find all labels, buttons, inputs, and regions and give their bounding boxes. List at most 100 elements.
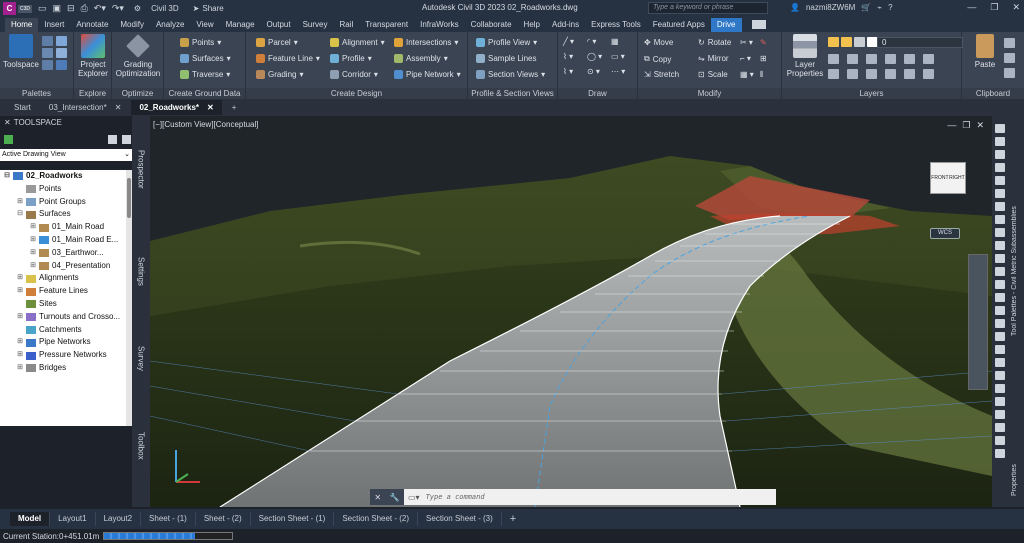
cut-icon[interactable] (1004, 38, 1015, 48)
tree-node-03-earthwor[interactable]: ⊞ 03_Earthwor... (0, 247, 132, 260)
palette-tool-icon[interactable] (995, 215, 1005, 224)
layer-unisolate-icon[interactable] (885, 54, 896, 64)
ribbon-tab-transparent[interactable]: Transparent (359, 18, 414, 32)
palette-tool-icon[interactable] (995, 436, 1005, 445)
palette-tool-icon[interactable] (995, 306, 1005, 315)
toggle-view-icon[interactable] (122, 134, 131, 144)
palette-tool-icon[interactable] (995, 371, 1005, 380)
polyline-tool-icon[interactable]: ⌇ ▾ (563, 52, 585, 61)
project-explorer-button[interactable]: Project Explorer (75, 34, 111, 78)
palette-tool-icon[interactable] (995, 228, 1005, 237)
palette-tool-icon[interactable] (995, 384, 1005, 393)
layout-tab-sheet-1[interactable]: Sheet - (1) (141, 512, 196, 526)
assembly-button[interactable]: Assembly ▾ (394, 54, 448, 63)
tree-node-04-presentation[interactable]: ⊞ 04_Presentation (0, 260, 132, 273)
ribbon-tab-survey[interactable]: Survey (297, 18, 334, 32)
tool-palettes-tab[interactable]: Tool Palettes - Civil Metric Subassembli… (1011, 136, 1023, 336)
ribbon-tab-help[interactable]: Help (518, 18, 546, 32)
viewcube-front-face[interactable]: FRONT (931, 175, 948, 181)
toolspace-tab-settings[interactable]: Settings (132, 222, 150, 320)
fillet-button[interactable]: ⌐ ▾ (740, 54, 751, 63)
ribbon-minimize-icon[interactable] (751, 20, 766, 29)
palette-tool-icon[interactable] (995, 410, 1005, 419)
layout-tab-section-sheet-2[interactable]: Section Sheet - (2) (334, 512, 419, 526)
viewcube[interactable]: FRONT RIGHT (930, 162, 966, 194)
expand-toggle-icon[interactable]: ⊞ (16, 336, 24, 349)
surfaces-button[interactable]: Surfaces ▾ (180, 54, 231, 63)
save-icon[interactable]: ▣ (53, 3, 62, 14)
expand-toggle-icon[interactable]: ⊟ (3, 170, 11, 183)
file-tab-start[interactable]: Start (6, 100, 39, 115)
profile-button[interactable]: Profile ▾ (330, 54, 372, 63)
navigation-bar[interactable] (968, 254, 988, 390)
ribbon-tab-analyze[interactable]: Analyze (150, 18, 190, 32)
palette-tool-icon[interactable] (995, 280, 1005, 289)
palette-tool-icon[interactable] (995, 397, 1005, 406)
tree-node-pressure-networks[interactable]: ⊞ Pressure Networks (0, 349, 132, 362)
file-tab-03-intersection[interactable]: 03_Intersection* ✕ (41, 100, 130, 115)
mirror-button[interactable]: ⇋ Mirror (698, 54, 729, 63)
layer-unlock-sel-icon[interactable] (904, 69, 915, 79)
properties-toggle-icon[interactable] (42, 36, 53, 46)
copy-button[interactable]: ⧉ Copy (644, 54, 671, 64)
feature-line-button[interactable]: Feature Line ▾ (256, 54, 320, 63)
expand-toggle-icon[interactable]: ⊞ (29, 221, 37, 234)
expand-toggle-icon[interactable]: ⊞ (16, 349, 24, 362)
ribbon-tab-express-tools[interactable]: Express Tools (585, 18, 647, 32)
layer-freeze-sel-icon[interactable] (904, 54, 915, 64)
layer-manager-toggle-icon[interactable] (56, 60, 67, 70)
expand-toggle-icon[interactable]: ⊞ (29, 247, 37, 260)
tab-close-icon[interactable]: ✕ (115, 103, 122, 112)
ribbon-tab-view[interactable]: View (190, 18, 219, 32)
tree-node-points[interactable]: Points (0, 183, 132, 196)
offset-button[interactable]: ⫴ (760, 70, 763, 80)
tree-node-01-main-road-e[interactable]: ⊞ 01_Main Road E... (0, 234, 132, 247)
paste-button[interactable]: Paste (970, 34, 1000, 69)
ribbon-tab-home[interactable]: Home (5, 18, 39, 32)
tree-node-01-main-road[interactable]: ⊞ 01_Main Road (0, 221, 132, 234)
layer-thaw-icon[interactable] (923, 69, 934, 79)
design-center-toggle-icon[interactable] (42, 60, 53, 70)
ribbon-tab-modify[interactable]: Modify (114, 18, 150, 32)
rectangle-tool-icon[interactable]: ▭ ▾ (611, 52, 633, 61)
help-icon[interactable]: ? (888, 3, 892, 12)
expand-toggle-icon[interactable]: ⊞ (16, 272, 24, 285)
tree-node-alignments[interactable]: ⊞ Alignments (0, 272, 132, 285)
expand-toggle-icon[interactable]: ⊞ (16, 362, 24, 375)
pipe-network-button[interactable]: Pipe Network ▾ (394, 70, 461, 79)
toolspace-button[interactable]: Toolspace (2, 34, 40, 69)
tree-node-feature-lines[interactable]: ⊞ Feature Lines (0, 285, 132, 298)
rotate-button[interactable]: ↻ Rotate (698, 38, 731, 47)
palette-tool-icon[interactable] (995, 267, 1005, 276)
arc-tool-icon[interactable]: ◜ ▾ (587, 37, 609, 46)
item-view-icon[interactable] (108, 134, 117, 144)
palette-tool-icon[interactable] (995, 176, 1005, 185)
circle-tool-icon[interactable]: ◯ ▾ (587, 52, 609, 61)
palette-tool-icon[interactable] (995, 293, 1005, 302)
grading-optimization-button[interactable]: Grading Optimization (113, 34, 163, 78)
palette-tool-icon[interactable] (995, 150, 1005, 159)
block-tool-icon[interactable]: ⋯ ▾ (611, 67, 633, 76)
ribbon-tab-featured-apps[interactable]: Featured Apps (647, 18, 711, 32)
stretch-button[interactable]: ⇲ Stretch (644, 70, 679, 79)
layer-lock-icon[interactable] (854, 37, 865, 47)
layer-lock-sel-icon[interactable] (885, 69, 896, 79)
viewport-restore-icon[interactable]: ❐ (962, 120, 970, 131)
layer-on-icon[interactable] (828, 37, 839, 47)
tree-node-point-groups[interactable]: ⊞ Point Groups (0, 196, 132, 209)
layer-isolate-icon[interactable] (866, 54, 877, 64)
viewcube-right-face[interactable]: RIGHT (949, 175, 965, 181)
tree-node-catchments[interactable]: Catchments (0, 324, 132, 337)
palette-tool-icon[interactable] (995, 189, 1005, 198)
minimize-icon[interactable]: — (967, 2, 976, 13)
palette-tool-icon[interactable] (995, 358, 1005, 367)
section-views-button[interactable]: Section Views ▾ (476, 70, 545, 79)
ribbon-tab-drive[interactable]: Drive (710, 18, 742, 32)
properties-tab[interactable]: Properties (1011, 396, 1023, 496)
maximize-icon[interactable]: ❐ (990, 2, 998, 13)
ribbon-tab-manage[interactable]: Manage (220, 18, 261, 32)
palette-tool-icon[interactable] (995, 124, 1005, 133)
ellipse-tool-icon[interactable]: ⊙ ▾ (587, 67, 609, 76)
explode-button[interactable]: ⊞ (760, 54, 767, 63)
tree-node-sites[interactable]: Sites (0, 298, 132, 311)
